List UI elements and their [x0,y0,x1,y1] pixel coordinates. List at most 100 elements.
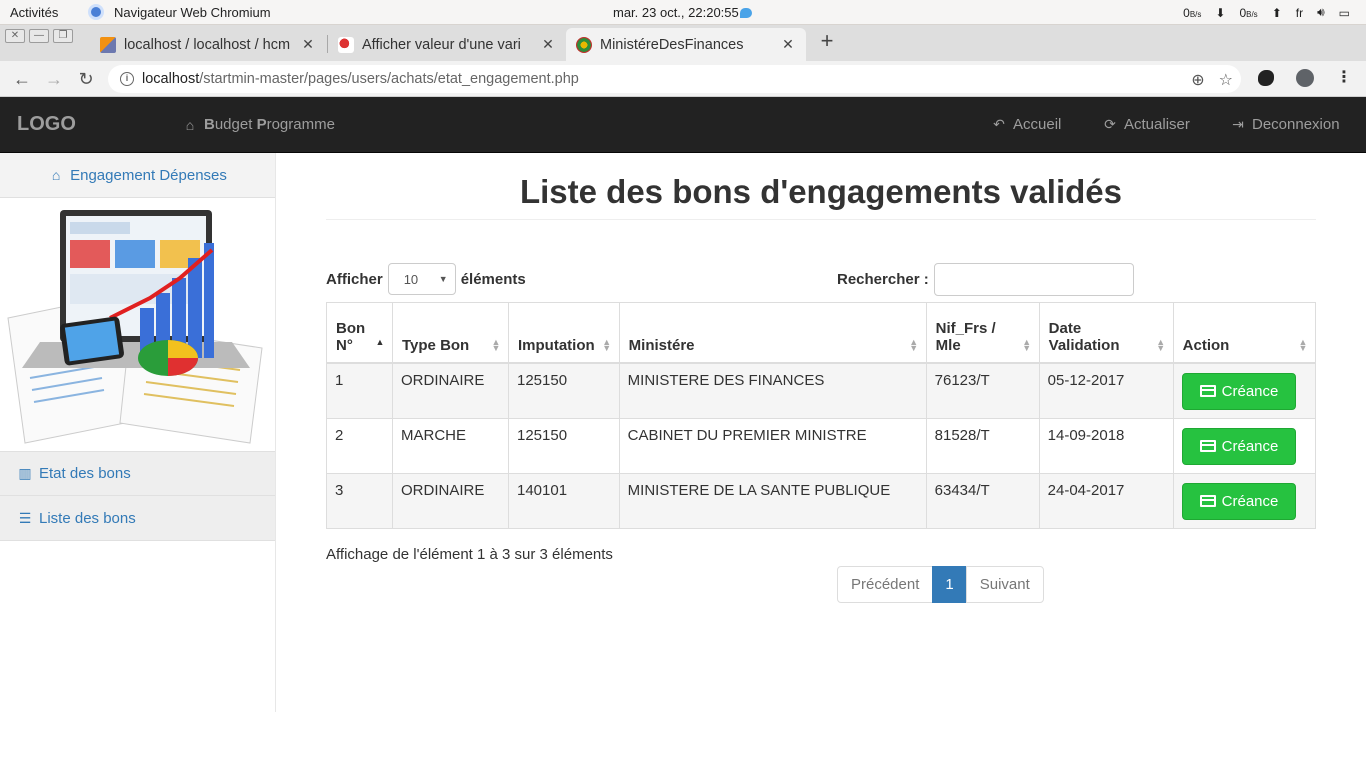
info-icon[interactable]: i [120,72,134,86]
sidebar-item-label: Liste des bons [39,509,136,527]
cell-imputation: 140101 [508,472,620,529]
address-bar[interactable]: i localhost/startmin-master/pages/users/… [108,65,1241,93]
emblem-icon [576,36,592,53]
column-header-nif[interactable]: Nif_Frs / Mle ▲ ▼ [925,302,1040,364]
new-tab-icon[interactable]: + [816,28,838,54]
close-tab-icon[interactable]: ✕ [300,36,316,53]
search-input[interactable] [933,262,1134,296]
sort-icon: ▲ ▼ [491,336,501,353]
column-header-date-validation[interactable]: Date Validation ▲ ▼ [1038,302,1174,364]
previous-page-button[interactable]: Précédent [837,566,934,603]
tab-afficher-valeur[interactable]: Afficher valeur d'une vari ✕ [328,28,566,61]
bookmark-star-icon[interactable]: ☆ [1219,70,1233,90]
clock[interactable]: mar. 23 oct., 22:20:55 [613,5,752,20]
net-up-speed: 0B/s [1239,5,1258,20]
actualiser-link[interactable]: ⟳ Actualiser [1102,116,1190,133]
deconnexion-link[interactable]: ⇥ Deconnexion [1230,116,1339,133]
maximize-window-icon[interactable]: ❐ [53,29,73,43]
table-row: 2 MARCHE 125150 CABINET DU PREMIER MINIS… [326,417,1317,474]
cell-action: Créance [1172,472,1317,529]
system-top-bar: Activités Navigateur Web Chromium mar. 2… [0,0,1366,25]
cell-ministere: MINISTERE DES FINANCES [618,362,927,419]
column-header-type-bon[interactable]: Type Bon ▲ ▼ [392,302,509,364]
close-tab-icon[interactable]: ✕ [780,36,796,53]
page-length-select[interactable]: 10 ▼ [387,263,456,295]
page-title: Liste des bons d'engagements validés [326,173,1316,220]
cell-type: ORDINAIRE [392,472,509,529]
sidebar-item-liste-des-bons[interactable]: ☰ Liste des bons [0,496,275,541]
column-header-ministere[interactable]: Ministére ▲ ▼ [618,302,927,364]
dropdown-caret-icon: ▼ [438,274,448,284]
column-header-imputation[interactable]: Imputation ▲ ▼ [508,302,620,364]
activities-button[interactable]: Activités [10,5,58,20]
reply-arrow-icon: ↶ [993,116,1005,132]
table-info: Affichage de l'élément 1 à 3 sur 3 éléme… [326,546,613,563]
sidebar-header-engagement[interactable]: ⌂ Engagement Dépenses [0,153,275,198]
cell-date: 05-12-2017 [1038,362,1174,419]
back-arrow-icon[interactable]: ← [10,67,34,91]
upload-arrow-icon: ⬆ [1271,5,1282,20]
cell-nif: 81528/T [925,417,1040,474]
url-path: /startmin-master/pages/users/achats/etat… [199,71,579,87]
datatable-controls: Afficher 10 ▼ éléments Rechercher : [326,262,1316,299]
site-icon [338,36,354,53]
credit-card-icon [1199,495,1216,507]
brand-logo[interactable]: LOGO [17,113,76,136]
table-header-row: Bon N° ▲ Type Bon ▲ ▼ Imputation ▲ ▼ Ministér… [326,302,1317,364]
accueil-link[interactable]: ↶ Accueil [991,116,1061,133]
tab-phpmyadmin[interactable]: localhost / localhost / hcm ✕ [90,28,326,61]
home-icon: ⌂ [185,116,195,133]
next-page-button[interactable]: Suivant [965,566,1044,603]
power-icon[interactable]: ▭ [1339,6,1350,20]
finance-illustration [0,198,275,451]
cell-date: 14-09-2018 [1038,417,1174,474]
creance-button[interactable]: Créance [1181,482,1297,520]
profile-icon[interactable] [1296,69,1314,87]
cell-bon: 3 [326,472,393,529]
close-tab-icon[interactable]: ✕ [540,36,556,53]
app-name: Navigateur Web Chromium [114,4,271,20]
search-label: Rechercher : [837,270,929,288]
cell-bon: 2 [326,417,393,474]
creance-button[interactable]: Créance [1181,372,1297,410]
tab-ministere-des-finances[interactable]: MinistéreDesFinances ✕ [566,28,806,61]
cell-imputation: 125150 [508,362,620,419]
cell-bon: 1 [326,362,393,419]
language-indicator[interactable]: fr [1296,6,1303,20]
column-header-bon[interactable]: Bon N° ▲ [326,302,393,364]
browser-toolbar: ← → ↻ i localhost/startmin-master/pages/… [0,61,1366,97]
column-header-action[interactable]: Action ▲ ▼ [1172,302,1317,364]
page-length-value: 10 [403,271,419,287]
zoom-icon[interactable]: ⊕ [1191,70,1204,90]
home-icon: ⌂ [51,167,61,183]
forward-arrow-icon[interactable]: → [42,67,66,91]
budget-programme-link[interactable]: ⌂ Budget Programme [182,116,335,133]
creance-button[interactable]: Créance [1181,427,1297,465]
show-label: Afficher [326,270,383,288]
close-window-icon[interactable]: ✕ [5,29,25,43]
volume-icon[interactable]: 🔊︎ [1317,5,1325,20]
tab-title: Afficher valeur d'une vari [362,36,521,53]
chromium-icon [88,4,104,20]
extension-icon[interactable] [1258,70,1274,86]
engagements-table: Bon N° ▲ Type Bon ▲ ▼ Imputation ▲ ▼ Ministér… [326,302,1317,529]
page-length-control: Afficher 10 ▼ éléments [326,263,526,295]
page-1-button[interactable]: 1 [932,566,967,603]
browser-tab-strip: ✕ — ❐ localhost / localhost / hcm ✕ Affi… [0,25,1366,61]
cell-date: 24-04-2017 [1038,472,1174,529]
reload-icon[interactable]: ↻ [74,67,98,91]
minimize-window-icon[interactable]: — [29,29,49,43]
cell-imputation: 125150 [508,417,620,474]
sidebar: ⌂ Engagement Dépenses ▥ Etat des bons ☰ … [0,153,276,712]
app-menu[interactable]: Navigateur Web Chromium [88,4,271,20]
cell-action: Créance [1172,417,1317,474]
menu-dots-icon[interactable]: ⋮ [1336,70,1352,86]
main-content: Liste des bons d'engagements validés Aff… [326,153,1317,603]
cell-nif: 76123/T [925,362,1040,419]
entries-label: éléments [460,270,526,288]
sort-icon: ▲ ▼ [602,336,612,353]
app-navbar: LOGO ⌂ Budget Programme ↶ Accueil ⟳ Actu… [0,97,1366,153]
sidebar-item-etat-des-bons[interactable]: ▥ Etat des bons [0,451,275,496]
system-tray[interactable]: 0B/s ⬇ 0B/s ⬆ fr 🔊︎ ▭ [1183,5,1350,20]
sort-icon: ▲ ▼ [1022,336,1032,353]
